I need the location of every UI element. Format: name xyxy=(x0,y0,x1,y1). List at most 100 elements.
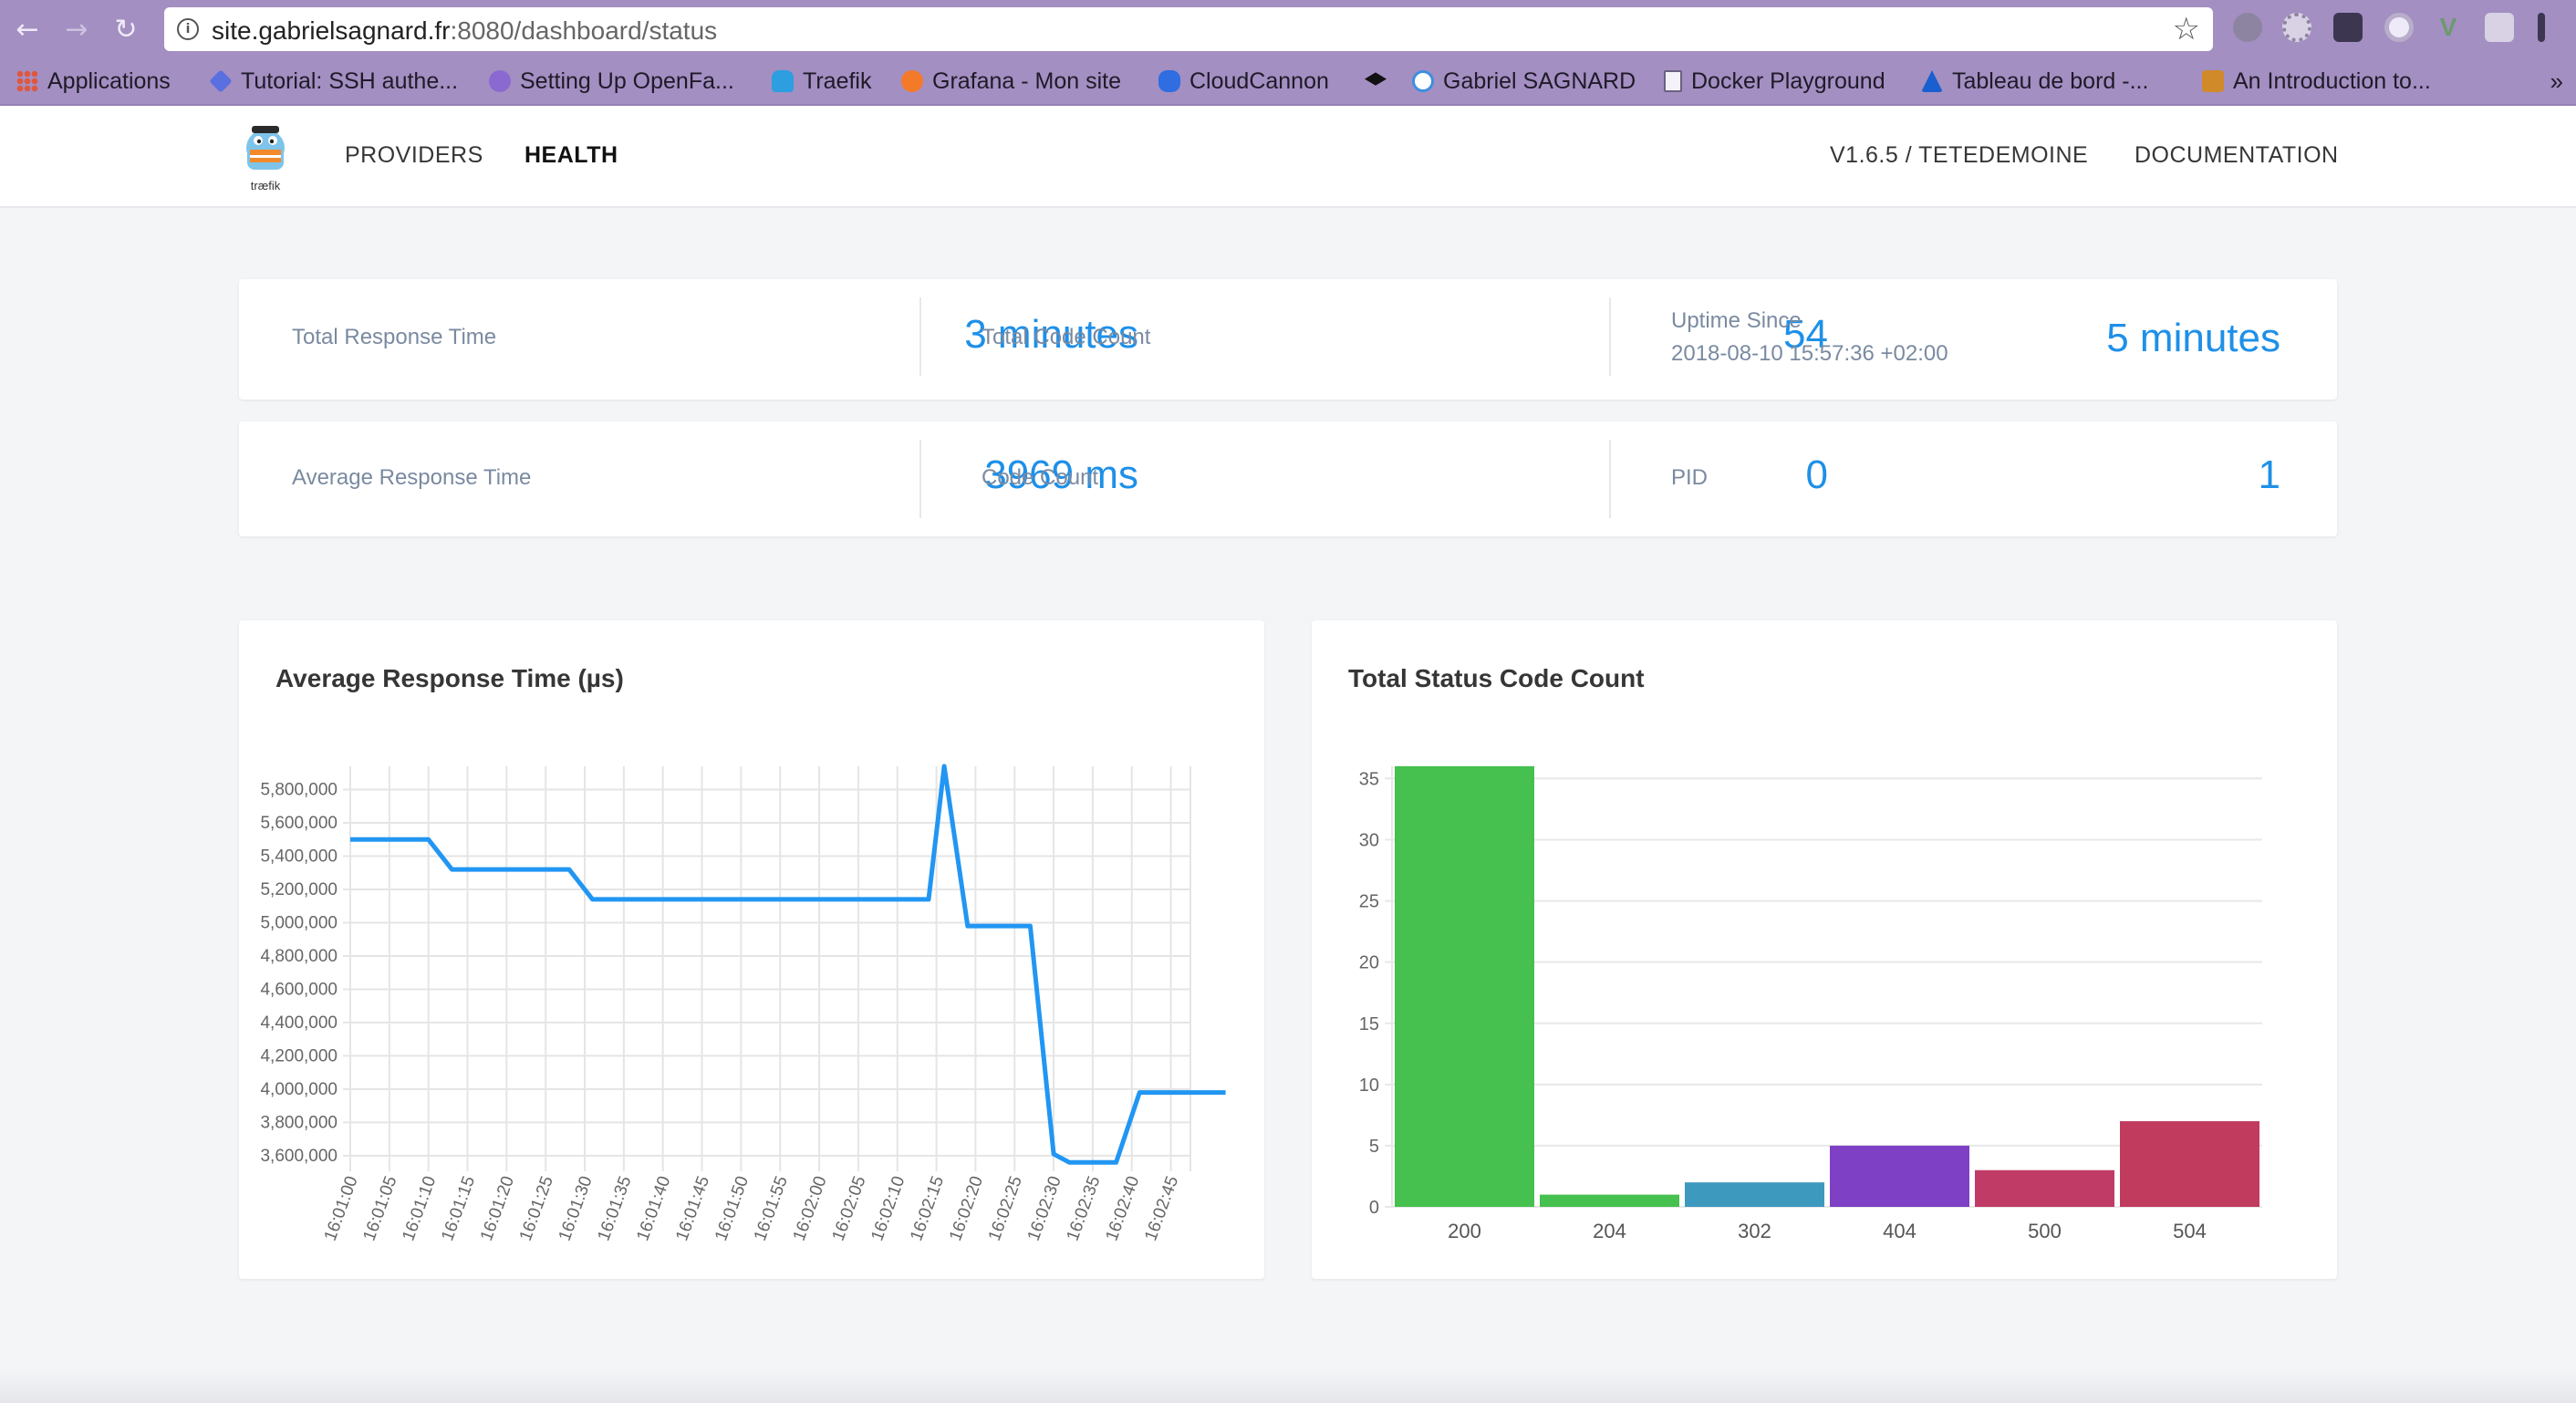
bar-chart: 0 5 10 15 20 25 30 35 200 204 302 404 500 504 xyxy=(1359,766,2262,1242)
bookmark-label: CloudCannon xyxy=(1189,68,1329,94)
x-tick-label: 16:01:05 xyxy=(360,1174,401,1244)
bar xyxy=(1395,766,1534,1207)
bookmark-introduction[interactable]: An Introduction to... xyxy=(2202,66,2431,97)
x-tick-label: 16:02:45 xyxy=(1141,1174,1182,1244)
apps-grid-icon xyxy=(16,70,38,92)
forward-arrow-icon[interactable]: → xyxy=(58,11,95,47)
line-chart: 16:01:0016:01:0516:01:1016:01:1516:01:20… xyxy=(260,764,1226,1244)
y-tick-label: 4,600,000 xyxy=(260,980,338,999)
cloudcannon-icon xyxy=(1158,70,1180,92)
bookmark-traefik[interactable]: Traefik xyxy=(772,66,871,97)
url-host: site.gabrielsagnard.fr xyxy=(212,16,451,45)
extension-chat-icon[interactable] xyxy=(2485,13,2514,42)
bookmarks-overflow-chevron-icon[interactable]: » xyxy=(2550,68,2563,96)
nav-version[interactable]: V1.6.5 / TETEDEMOINE xyxy=(1830,142,2088,169)
x-tick-label: 16:01:50 xyxy=(712,1174,753,1244)
nav-providers[interactable]: PROVIDERS xyxy=(345,142,483,169)
diamond-icon xyxy=(209,69,233,93)
bookmark-ssh-tutorial[interactable]: Tutorial: SSH authe... xyxy=(209,66,458,97)
extension-bulb-icon[interactable] xyxy=(2333,13,2363,42)
page-bottom-shadow xyxy=(0,1368,2576,1403)
nav-health[interactable]: HEALTH xyxy=(525,142,618,169)
x-tick-label: 16:02:40 xyxy=(1102,1174,1143,1244)
y-tick-label: 5,400,000 xyxy=(260,847,338,867)
bookmark-graduation-cap[interactable] xyxy=(1365,66,1387,97)
bookmark-tableau-de-bord[interactable]: Tableau de bord -... xyxy=(1921,66,2148,97)
total-code-count-label: Total Code Count xyxy=(982,325,1151,349)
x-tick-label: 16:02:20 xyxy=(946,1174,987,1244)
y-tick-label: 3,800,000 xyxy=(260,1113,338,1132)
y-tick-label: 10 xyxy=(1359,1076,1379,1096)
bookmark-label: Grafana - Mon site xyxy=(932,68,1122,94)
y-tick-label: 5,800,000 xyxy=(260,781,338,800)
bar xyxy=(1830,1145,1969,1207)
stats-card-totals: Total Response Time 3 minutes Total Code… xyxy=(239,279,2337,400)
total-response-time-label: Total Response Time xyxy=(292,325,497,349)
y-tick-label: 20 xyxy=(1359,953,1379,973)
divider xyxy=(919,297,921,376)
bookmark-label: Traefik xyxy=(803,68,872,94)
bar xyxy=(2120,1121,2259,1207)
back-arrow-icon[interactable]: ← xyxy=(9,11,46,47)
menu-kebab-icon[interactable] xyxy=(2538,13,2545,42)
bookmark-gabriel-sagnard[interactable]: Gabriel SAGNARD xyxy=(1412,66,1636,97)
divider xyxy=(1609,297,1611,376)
y-tick-label: 5,600,000 xyxy=(260,814,338,833)
divider xyxy=(1609,440,1611,518)
x-tick-label: 404 xyxy=(1883,1220,1916,1242)
y-tick-label: 4,200,000 xyxy=(260,1046,338,1065)
extension-ring-icon[interactable] xyxy=(2384,13,2414,42)
y-tick-label: 5 xyxy=(1369,1137,1379,1157)
azure-icon xyxy=(1921,70,1943,92)
bar xyxy=(1975,1169,2114,1207)
pid-value: 1 xyxy=(2258,452,2280,497)
x-tick-label: 16:02:10 xyxy=(867,1174,909,1244)
bookmark-grafana[interactable]: Grafana - Mon site xyxy=(901,66,1121,97)
x-tick-label: 504 xyxy=(2173,1220,2207,1242)
bookmark-cloudcannon[interactable]: CloudCannon xyxy=(1158,66,1329,97)
bookmarks-bar: Applications Tutorial: SSH authe... Sett… xyxy=(0,57,2576,106)
y-tick-label: 4,400,000 xyxy=(260,1013,338,1033)
pid-label: PID xyxy=(1671,465,1709,490)
bookmark-openfaas[interactable]: Setting Up OpenFa... xyxy=(489,66,734,97)
y-tick-label: 25 xyxy=(1359,892,1379,912)
nav-documentation[interactable]: DOCUMENTATION xyxy=(2135,142,2339,169)
code-count-label: Code Count xyxy=(982,465,1099,490)
address-bar[interactable]: i site.gabrielsagnard.fr:8080/dashboard/… xyxy=(164,7,2213,51)
stats-card-current: Average Response Time 3969 ms Code Count… xyxy=(239,421,2337,536)
info-icon[interactable]: i xyxy=(177,18,199,40)
code-count-value: 0 xyxy=(1805,452,1828,497)
x-tick-label: 16:02:30 xyxy=(1024,1174,1065,1244)
bookmark-star-icon[interactable]: ☆ xyxy=(2173,11,2200,47)
graduation-cap-icon xyxy=(1365,72,1387,86)
extension-circle-icon[interactable] xyxy=(2233,13,2262,42)
bookmark-label: Tableau de bord -... xyxy=(1952,68,2149,94)
bookmark-docker-playground[interactable]: Docker Playground xyxy=(1664,66,1885,97)
x-tick-label: 16:02:25 xyxy=(985,1174,1026,1244)
bookmark-label: Gabriel SAGNARD xyxy=(1443,68,1636,94)
url-text[interactable]: site.gabrielsagnard.fr:8080/dashboard/st… xyxy=(212,16,717,46)
document-icon xyxy=(1664,70,1682,92)
traefik-logo[interactable]: træfik xyxy=(235,119,296,197)
x-tick-label: 204 xyxy=(1593,1220,1626,1242)
extension-vue-icon[interactable]: V xyxy=(2434,13,2463,42)
average-response-time-chart-card: Average Response Time (µs) 16:01:00 16:01… xyxy=(239,620,1264,1279)
x-tick-label: 16:01:40 xyxy=(633,1174,674,1244)
x-tick-label: 16:01:35 xyxy=(595,1174,636,1244)
grafana-icon xyxy=(901,70,923,92)
url-path: :8080/dashboard/status xyxy=(450,16,718,45)
x-tick-label: 200 xyxy=(1448,1220,1481,1242)
reload-icon[interactable]: ↻ xyxy=(108,11,144,47)
extension-gear-icon[interactable] xyxy=(2282,13,2311,42)
total-status-code-count-chart-card: Total Status Code Count 0 5 10 15 20 25 30 35 20… xyxy=(1312,620,2337,1279)
y-tick-label: 5,000,000 xyxy=(260,913,338,932)
bookmark-applications[interactable]: Applications xyxy=(16,66,171,97)
x-tick-label: 500 xyxy=(2028,1220,2062,1242)
logo-wordmark: træfik xyxy=(251,179,281,192)
book-icon xyxy=(2202,70,2224,92)
average-response-time-label: Average Response Time xyxy=(292,465,532,490)
x-tick-label: 16:02:35 xyxy=(1064,1174,1105,1244)
globe-icon xyxy=(1412,70,1434,92)
uptime-value: 5 minutes xyxy=(2106,316,2280,360)
y-tick-label: 30 xyxy=(1359,831,1379,851)
